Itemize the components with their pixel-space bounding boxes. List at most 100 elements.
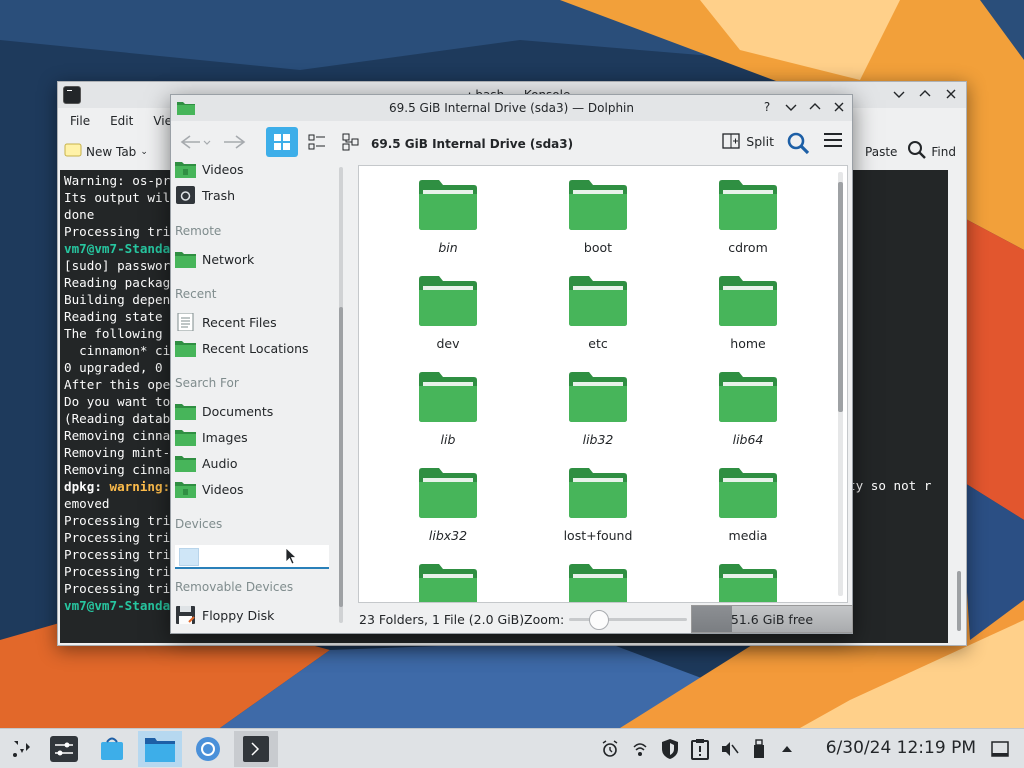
- tray-device-notifier[interactable]: [752, 737, 766, 761]
- places-scrollbar[interactable]: [339, 167, 343, 623]
- taskbar-clock[interactable]: 6/30/24 12:19 PM: [826, 738, 976, 758]
- minimize-button[interactable]: [890, 85, 908, 103]
- folder-icon: [569, 180, 627, 230]
- places-item-recent-locations[interactable]: Recent Locations: [175, 336, 335, 360]
- folder-icon: [719, 372, 777, 422]
- tray-expand[interactable]: [780, 737, 794, 761]
- folder-item[interactable]: [383, 550, 513, 602]
- terminal-scrollbar[interactable]: [955, 174, 963, 639]
- places-item-recent-files[interactable]: Recent Files: [175, 310, 335, 334]
- folder-item[interactable]: lost+found: [533, 454, 663, 546]
- images-folder-icon: [175, 428, 196, 446]
- places-item-videos[interactable]: Videos: [175, 161, 335, 181]
- search-button[interactable]: [786, 131, 810, 155]
- dolphin-window[interactable]: 69.5 GiB Internal Drive (sda3) — Dolphin…: [170, 94, 853, 634]
- dolphin-titlebar[interactable]: 69.5 GiB Internal Drive (sda3) — Dolphin…: [171, 95, 852, 121]
- places-item-label: Images: [202, 429, 248, 445]
- places-item-audio[interactable]: Audio: [175, 451, 335, 475]
- places-item-documents[interactable]: Documents: [175, 399, 335, 423]
- folder-icon: [719, 276, 777, 326]
- folder-item[interactable]: bin: [383, 166, 513, 258]
- places-heading-remote: Remote: [175, 224, 222, 238]
- chevron-down-icon[interactable]: ⌄: [140, 147, 148, 157]
- forward-button[interactable]: [219, 128, 249, 156]
- status-bar: 23 Folders, 1 File (2.0 GiB) Zoom: 51.6 …: [349, 605, 853, 633]
- paste-button[interactable]: Paste: [865, 145, 897, 159]
- show-desktop-button[interactable]: [990, 737, 1010, 761]
- places-item-videos-search[interactable]: Videos: [175, 477, 335, 501]
- split-button[interactable]: Split: [722, 133, 774, 149]
- compact-view-button[interactable]: [301, 127, 333, 157]
- minimize-button[interactable]: [782, 98, 800, 116]
- terminal-line-text: dpkg:: [64, 479, 110, 494]
- maximize-button[interactable]: [916, 85, 934, 103]
- terminal-line-text: Processing tri: [64, 564, 171, 579]
- terminal-line-text: [sudo] passwor: [64, 258, 171, 273]
- close-button[interactable]: [942, 85, 960, 103]
- new-tab-button[interactable]: New Tab: [86, 145, 136, 159]
- folder-item[interactable]: lib64: [683, 358, 813, 450]
- terminal-line-text: (Reading datab: [64, 411, 171, 426]
- shield-icon: [662, 739, 678, 759]
- location-breadcrumb[interactable]: 69.5 GiB Internal Drive (sda3): [371, 137, 573, 151]
- folder-item[interactable]: [683, 550, 813, 602]
- terminal-line-text: Processing tri: [64, 224, 171, 239]
- details-view-button[interactable]: [335, 127, 367, 157]
- hamburger-menu-button[interactable]: [824, 133, 842, 149]
- terminal-line-text: vm7@vm7-Standa: [64, 241, 171, 256]
- taskbar-discover[interactable]: [90, 731, 134, 767]
- status-info: 23 Folders, 1 File (2.0 GiB): [359, 612, 525, 627]
- tray-volume[interactable]: [720, 737, 740, 761]
- icons-view-button[interactable]: [266, 127, 298, 157]
- folder-icon: [569, 564, 627, 602]
- folder-item[interactable]: dev: [383, 262, 513, 354]
- volume-muted-icon: [722, 742, 739, 756]
- application-launcher[interactable]: [0, 731, 44, 767]
- close-button[interactable]: [830, 98, 848, 116]
- folder-item[interactable]: libx32: [383, 454, 513, 546]
- menu-file[interactable]: File: [70, 114, 90, 128]
- places-item-internal-drive[interactable]: [175, 545, 329, 569]
- mouse-cursor-icon: [285, 547, 297, 565]
- zoom-slider-handle[interactable]: [589, 610, 609, 630]
- places-item-label: Videos: [202, 481, 244, 497]
- folder-item[interactable]: etc: [533, 262, 663, 354]
- free-space-indicator[interactable]: 51.6 GiB free: [691, 605, 853, 633]
- folder-name: lib: [440, 432, 456, 447]
- folder-item[interactable]: media: [683, 454, 813, 546]
- tray-connect[interactable]: [630, 737, 650, 761]
- places-item-images[interactable]: Images: [175, 425, 335, 449]
- folder-icon: [419, 564, 477, 602]
- folder-view[interactable]: bin boot cdrom dev etc home lib lib32 lib64 libx3…: [358, 165, 848, 603]
- split-label: Split: [746, 133, 774, 149]
- zoom-slider[interactable]: [569, 610, 687, 630]
- places-heading-removable: Removable Devices: [175, 580, 294, 594]
- taskbar-system-settings[interactable]: [42, 731, 86, 767]
- places-item-network[interactable]: Network: [175, 247, 335, 271]
- tray-notifications[interactable]: [600, 737, 620, 761]
- maximize-button[interactable]: [806, 98, 824, 116]
- folder-item[interactable]: [533, 550, 663, 602]
- tray-security[interactable]: [660, 737, 680, 761]
- terminal-line-text: Processing tri: [64, 581, 171, 596]
- tray-clipboard[interactable]: [690, 737, 710, 761]
- discover-bag-icon: [101, 737, 123, 760]
- folder-icon: [419, 180, 477, 230]
- places-item-trash[interactable]: Trash: [175, 183, 335, 207]
- folder-item[interactable]: boot: [533, 166, 663, 258]
- taskbar-konsole[interactable]: [234, 731, 278, 767]
- taskbar: 6/30/24 12:19 PM: [0, 728, 1024, 768]
- back-button[interactable]: [177, 128, 213, 156]
- folder-item[interactable]: lib: [383, 358, 513, 450]
- find-button[interactable]: Find: [931, 145, 956, 159]
- terminal-line-text: The following: [64, 326, 171, 341]
- taskbar-chromium[interactable]: [186, 731, 230, 767]
- help-button[interactable]: ?: [758, 98, 776, 116]
- folder-item[interactable]: lib32: [533, 358, 663, 450]
- folder-item[interactable]: home: [683, 262, 813, 354]
- folder-view-scrollbar[interactable]: [838, 172, 843, 596]
- taskbar-dolphin[interactable]: [138, 731, 182, 767]
- folder-item[interactable]: cdrom: [683, 166, 813, 258]
- places-item-floppy-disk[interactable]: Floppy Disk: [175, 603, 335, 627]
- menu-edit[interactable]: Edit: [110, 114, 133, 128]
